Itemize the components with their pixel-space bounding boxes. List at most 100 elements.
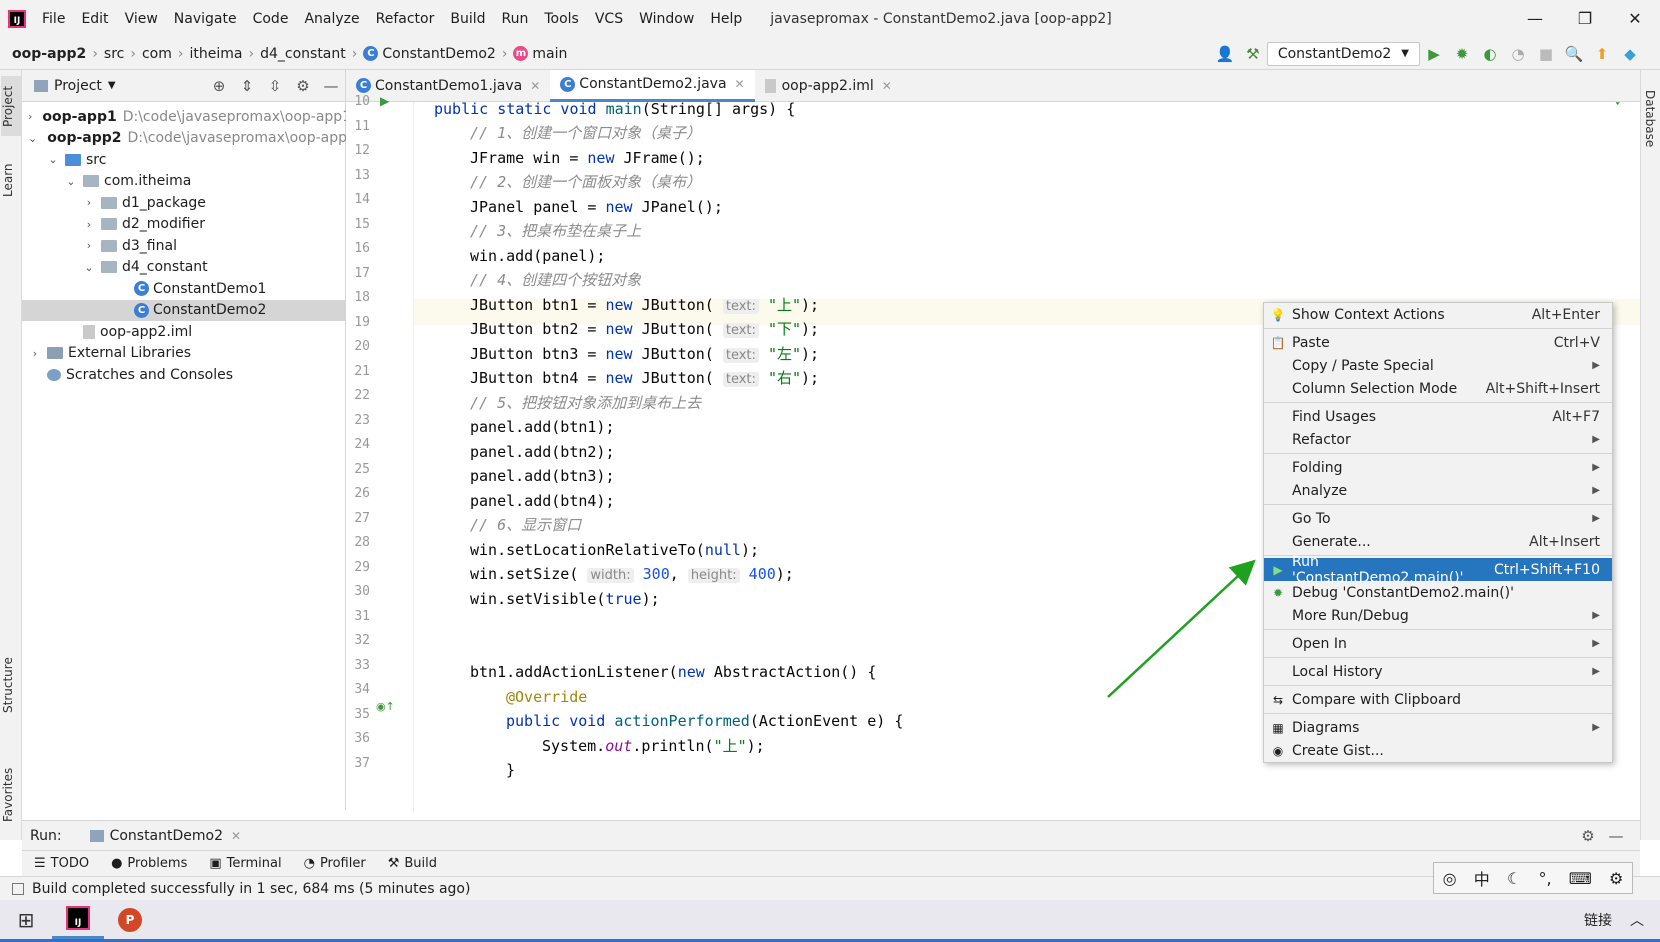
update-icon[interactable]: ⬆ [1590, 45, 1614, 63]
context-menu-item[interactable]: ⇆ Compare with Clipboard [1264, 688, 1612, 711]
profile-icon[interactable]: ◔ [1506, 45, 1530, 63]
chevron-up-icon[interactable]: ︿ [1630, 910, 1644, 930]
search-icon[interactable]: 🔍 [1562, 45, 1586, 63]
stripe-tab-database[interactable]: Database [1643, 90, 1657, 147]
chevron-right-icon[interactable]: › [82, 239, 96, 252]
chevron-right-icon[interactable]: › [28, 347, 42, 360]
taskbar-intellij[interactable]: IJ [52, 900, 104, 939]
tool-profiler[interactable]: ◔ Profiler [304, 856, 366, 871]
project-panel-title[interactable]: Project [54, 78, 102, 94]
tree-item[interactable]: ⌄ d4_constant [22, 257, 345, 279]
breadcrumb-src[interactable]: src [104, 46, 124, 62]
close-icon[interactable]: ✕ [735, 77, 745, 91]
chevron-down-icon[interactable]: ⌄ [64, 175, 78, 188]
moon-icon[interactable]: ☾ [1507, 869, 1521, 888]
run-icon[interactable]: ▶ [1422, 45, 1446, 63]
debug-icon[interactable]: ✹ [1450, 45, 1474, 63]
menu-file[interactable]: File [34, 0, 73, 38]
punctuation-icon[interactable]: °, [1538, 869, 1551, 888]
tool-todo[interactable]: ☰ TODO [34, 856, 89, 871]
minimize-icon[interactable]: — [1510, 0, 1560, 38]
menu-view[interactable]: View [117, 0, 166, 38]
context-menu-item[interactable]: Copy / Paste Special ▶ [1264, 354, 1612, 377]
ime-logo-icon[interactable]: ◎ [1443, 869, 1457, 888]
menu-window[interactable]: Window [631, 0, 702, 38]
chevron-down-icon[interactable]: ⌄ [82, 261, 96, 274]
keyboard-icon[interactable]: ⌨ [1569, 869, 1592, 888]
tree-item[interactable]: C ConstantDemo2 [22, 299, 345, 321]
hide-icon[interactable]: — [319, 77, 343, 95]
close-icon[interactable]: ✕ [530, 79, 540, 93]
context-menu-item[interactable]: ✹ Debug 'ConstantDemo2.main()' [1264, 581, 1612, 604]
breadcrumb-package[interactable]: d4_constant [260, 46, 346, 62]
context-menu-item[interactable]: ▶ Run 'ConstantDemo2.main()' Ctrl+Shift+F1… [1264, 554, 1612, 586]
menu-edit[interactable]: Edit [73, 0, 116, 38]
menu-run[interactable]: Run [494, 0, 537, 38]
context-menu-item[interactable]: 💡 Show Context Actions Alt+Enter [1264, 303, 1612, 326]
menu-build[interactable]: Build [442, 0, 493, 38]
stripe-tab-structure[interactable]: Structure [1, 650, 21, 720]
coverage-icon[interactable]: ◐ [1478, 45, 1502, 63]
stripe-tab-project[interactable]: Project [1, 76, 21, 136]
tree-item[interactable]: ⌄ src [22, 149, 345, 171]
chevron-down-icon[interactable]: ▼ [108, 80, 116, 91]
tool-build[interactable]: ⚒ Build [388, 856, 437, 871]
run-tab[interactable]: ConstantDemo2 ✕ [80, 822, 252, 850]
taskbar-powerpoint[interactable]: P [104, 900, 156, 939]
jetbrains-icon[interactable]: ◆ [1618, 45, 1642, 63]
context-menu-item[interactable]: Analyze ▶ [1264, 479, 1612, 502]
context-menu-item[interactable]: ▦ Diagrams ▶ [1264, 716, 1612, 739]
context-menu-item[interactable]: Local History ▶ [1264, 660, 1612, 683]
context-menu-item[interactable]: More Run/Debug ▶ [1264, 604, 1612, 627]
context-menu-item[interactable]: Folding ▶ [1264, 456, 1612, 479]
tree-item[interactable]: › d3_final [22, 235, 345, 257]
editor-tab[interactable]: C ConstantDemo2.java ✕ [550, 69, 755, 102]
context-menu-item[interactable]: Go To ▶ [1264, 507, 1612, 530]
editor-tab[interactable]: C ConstantDemo1.java ✕ [346, 70, 550, 102]
tree-item[interactable]: › d2_modifier [22, 214, 345, 236]
menu-navigate[interactable]: Navigate [166, 0, 245, 38]
breadcrumb-com[interactable]: com [142, 46, 172, 62]
hide-icon[interactable]: — [1604, 827, 1628, 845]
context-menu-item[interactable]: Generate... Alt+Insert [1264, 530, 1612, 553]
breadcrumb-itheima[interactable]: itheima [190, 46, 243, 62]
menu-refactor[interactable]: Refactor [368, 0, 443, 38]
context-menu-item[interactable]: ◉ Create Gist... [1264, 739, 1612, 762]
stripe-tab-learn[interactable]: Learn [1, 150, 21, 210]
tool-terminal[interactable]: ▣ Terminal [209, 856, 281, 871]
gear-icon[interactable]: ⚙ [1609, 869, 1623, 888]
chevron-right-icon[interactable]: › [82, 196, 96, 209]
collapse-all-icon[interactable]: ⇳ [263, 77, 287, 95]
breadcrumb-project[interactable]: oop-app2 [12, 46, 86, 62]
close-icon[interactable]: ✕ [231, 829, 241, 843]
chevron-right-icon[interactable]: › [28, 110, 32, 123]
taskbar-link-text[interactable]: 链接 [1584, 910, 1612, 930]
tree-item[interactable]: ⌄ oop-app2 D:\code\javasepromax\oop-app2 [22, 128, 356, 150]
context-menu-item[interactable]: Find Usages Alt+F7 [1264, 405, 1612, 428]
tree-item[interactable]: › External Libraries [22, 343, 345, 365]
menu-help[interactable]: Help [702, 0, 750, 38]
tree-item[interactable]: Scratches and Consoles [22, 364, 345, 386]
menu-vcs[interactable]: VCS [587, 0, 631, 38]
close-icon[interactable]: ✕ [882, 79, 892, 93]
run-config-select[interactable]: ConstantDemo2 ▼ [1266, 41, 1420, 66]
override-gutter-icon[interactable]: ◉↑ [376, 700, 395, 713]
tree-item[interactable]: › oop-app1 D:\code\javasepromax\oop-app1 [22, 106, 351, 128]
editor-tab[interactable]: oop-app2.iml ✕ [755, 70, 902, 102]
breadcrumb-class[interactable]: C ConstantDemo2 [363, 46, 496, 62]
context-menu-item[interactable]: 📋 Paste Ctrl+V [1264, 331, 1612, 354]
gear-icon[interactable]: ⚙ [291, 77, 315, 95]
user-icon[interactable]: 👤 [1213, 45, 1237, 63]
windows-start-icon[interactable]: ⊞ [0, 908, 52, 932]
run-gutter-icon[interactable]: ▶ [380, 94, 389, 108]
expand-all-icon[interactable]: ⇕ [235, 77, 259, 95]
stop-icon[interactable]: ■ [1534, 45, 1558, 63]
menu-code[interactable]: Code [245, 0, 297, 38]
close-icon[interactable]: ✕ [1610, 0, 1660, 38]
gear-icon[interactable]: ⚙ [1576, 827, 1600, 845]
breadcrumb-method[interactable]: m main [513, 46, 567, 62]
tree-item[interactable]: ⌄ com.itheima [22, 171, 345, 193]
menu-tools[interactable]: Tools [536, 0, 587, 38]
ime-mode[interactable]: 中 [1474, 866, 1490, 890]
tool-problems[interactable]: ● Problems [111, 856, 187, 871]
